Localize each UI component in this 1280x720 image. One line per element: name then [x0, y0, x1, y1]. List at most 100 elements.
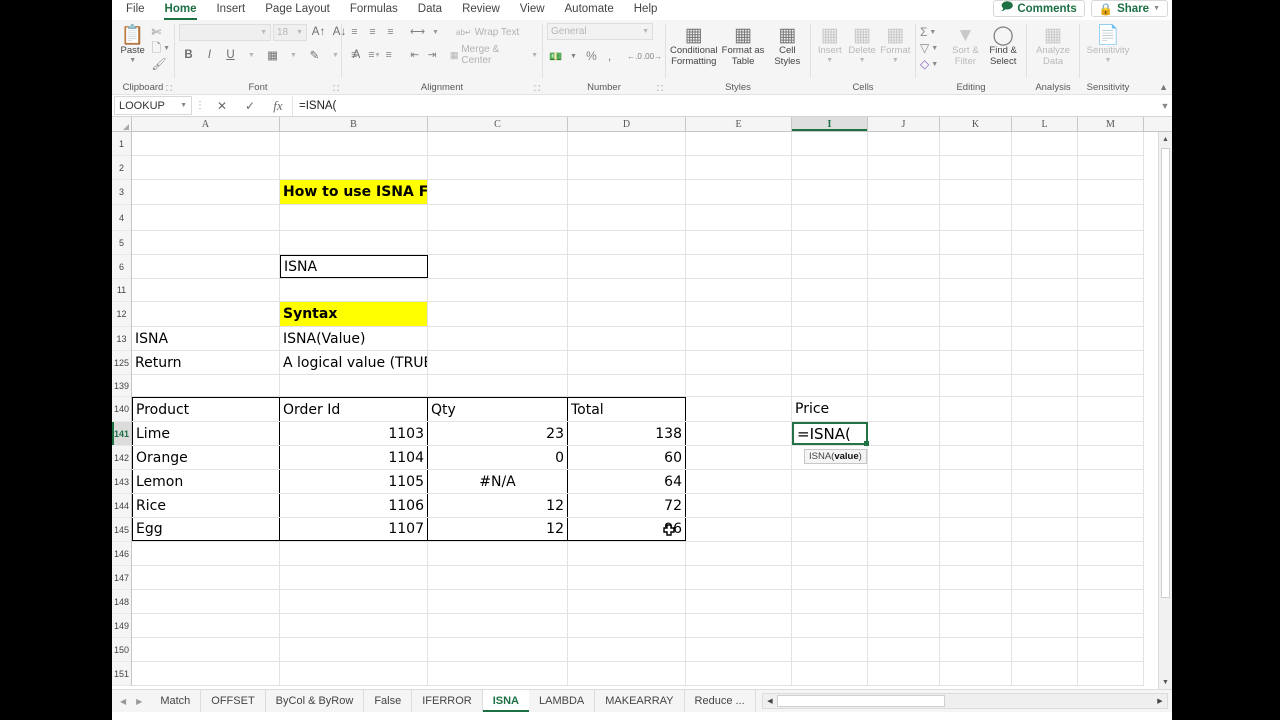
- cell-empty-I146[interactable]: [792, 542, 868, 565]
- cell-empty-C6[interactable]: [428, 255, 568, 278]
- cell-empty-J2[interactable]: [868, 156, 940, 179]
- cell-C144[interactable]: 12: [428, 494, 568, 517]
- cell-empty-D148[interactable]: [568, 590, 686, 613]
- cell-empty-E125[interactable]: [686, 351, 792, 374]
- row-header-145[interactable]: 145: [112, 518, 131, 542]
- cell-empty-J146[interactable]: [868, 542, 940, 565]
- cell-empty-K1[interactable]: [940, 132, 1012, 155]
- sheet-tab-offset[interactable]: OFFSET: [201, 690, 266, 712]
- cell-empty-J139[interactable]: [868, 375, 940, 396]
- number-dialog-launcher[interactable]: ⛶: [657, 84, 663, 94]
- cell-empty-K125[interactable]: [940, 351, 1012, 374]
- column-header-l[interactable]: L: [1012, 117, 1078, 131]
- number-format-select[interactable]: General ▼: [547, 23, 653, 40]
- row-header-140[interactable]: 140: [112, 397, 131, 422]
- row-header-11[interactable]: 11: [112, 279, 131, 302]
- cell-empty-M148[interactable]: [1078, 590, 1144, 613]
- borders-icon[interactable]: ▦: [263, 47, 282, 64]
- cell-empty-C3[interactable]: [428, 180, 568, 204]
- cell-empty-K139[interactable]: [940, 375, 1012, 396]
- align-center-icon[interactable]: ≡: [363, 47, 379, 63]
- sensitivity-button[interactable]: 📄 Sensitivity ▼: [1084, 23, 1132, 64]
- cell-empty-E139[interactable]: [686, 375, 792, 396]
- sheet-tab-reduce[interactable]: Reduce ...: [685, 690, 756, 712]
- column-header-b[interactable]: B: [280, 117, 428, 131]
- cell-D140[interactable]: Total: [568, 397, 686, 421]
- cell-empty-L146[interactable]: [1012, 542, 1078, 565]
- cell-empty-D5[interactable]: [568, 231, 686, 254]
- cell-empty-L141[interactable]: [1012, 422, 1078, 445]
- chevron-right-icon[interactable]: ▶: [136, 697, 142, 706]
- cell-empty-E145[interactable]: [686, 518, 792, 541]
- row-header-146[interactable]: 146: [112, 542, 131, 566]
- fx-icon[interactable]: fx: [264, 98, 292, 114]
- cell-empty-J142[interactable]: [868, 446, 940, 469]
- cell-B12[interactable]: Syntax: [280, 302, 428, 326]
- cell-empty-M140[interactable]: [1078, 397, 1144, 421]
- cell-empty-M142[interactable]: [1078, 446, 1144, 469]
- cell-empty-D6[interactable]: [568, 255, 686, 278]
- row-header-139[interactable]: 139: [112, 375, 131, 397]
- scroll-up-icon[interactable]: ▲: [1159, 132, 1172, 146]
- horizontal-scrollbar[interactable]: ◀ ▶: [762, 693, 1168, 709]
- font-name-input[interactable]: ▼: [179, 23, 271, 41]
- cell-empty-E142[interactable]: [686, 446, 792, 469]
- cell-empty-M144[interactable]: [1078, 494, 1144, 517]
- select-all-button[interactable]: [112, 117, 132, 131]
- cell-empty-J125[interactable]: [868, 351, 940, 374]
- sheet-tab-iferror[interactable]: IFERROR: [412, 690, 483, 712]
- cell-empty-I6[interactable]: [792, 255, 868, 278]
- alignment-dialog-launcher[interactable]: ⛶: [534, 84, 540, 94]
- column-header-m[interactable]: M: [1078, 117, 1144, 131]
- cell-empty-K145[interactable]: [940, 518, 1012, 541]
- cell-empty-B150[interactable]: [280, 638, 428, 661]
- cell-empty-C2[interactable]: [428, 156, 568, 179]
- cell-empty-I4[interactable]: [792, 205, 868, 230]
- cell-empty-C12[interactable]: [428, 302, 568, 326]
- cell-empty-A139[interactable]: [132, 375, 280, 396]
- clear-button[interactable]: ◇ ▼: [920, 57, 946, 72]
- cell-empty-L142[interactable]: [1012, 446, 1078, 469]
- expand-formula-bar-icon[interactable]: ▼: [1158, 101, 1172, 111]
- cell-empty-I139[interactable]: [792, 375, 868, 396]
- cell-styles-button[interactable]: ▦ Cell Styles: [769, 23, 806, 67]
- cell-empty-J11[interactable]: [868, 279, 940, 301]
- cell-empty-B11[interactable]: [280, 279, 428, 301]
- cell-empty-L151[interactable]: [1012, 662, 1078, 685]
- cell-C143[interactable]: #N/A: [428, 470, 568, 493]
- cell-empty-E151[interactable]: [686, 662, 792, 685]
- cell-empty-M5[interactable]: [1078, 231, 1144, 254]
- name-box[interactable]: LOOKUP ▼: [114, 96, 192, 115]
- cell-empty-D146[interactable]: [568, 542, 686, 565]
- cell-empty-J149[interactable]: [868, 614, 940, 637]
- scroll-left-icon[interactable]: ◀: [763, 697, 777, 705]
- cell-empty-K2[interactable]: [940, 156, 1012, 179]
- cell-empty-E147[interactable]: [686, 566, 792, 589]
- font-size-input[interactable]: 18 ▼: [273, 23, 307, 41]
- cell-empty-I145[interactable]: [792, 518, 868, 541]
- fill-color-icon[interactable]: ✎: [305, 47, 324, 64]
- cell-empty-E140[interactable]: [686, 397, 792, 421]
- row-header-144[interactable]: 144: [112, 494, 131, 518]
- cell-empty-C11[interactable]: [428, 279, 568, 301]
- cell-empty-A1[interactable]: [132, 132, 280, 155]
- cell-empty-A146[interactable]: [132, 542, 280, 565]
- cell-empty-I11[interactable]: [792, 279, 868, 301]
- ribbon-tab-file[interactable]: File: [116, 0, 155, 20]
- cell-B6[interactable]: ISNA: [280, 255, 428, 278]
- cell-empty-L3[interactable]: [1012, 180, 1078, 204]
- cell-empty-A12[interactable]: [132, 302, 280, 326]
- cell-empty-L147[interactable]: [1012, 566, 1078, 589]
- cell-empty-K143[interactable]: [940, 470, 1012, 493]
- cell-empty-E143[interactable]: [686, 470, 792, 493]
- cell-empty-E5[interactable]: [686, 231, 792, 254]
- row-header-125[interactable]: 125: [112, 351, 131, 375]
- cell-empty-B4[interactable]: [280, 205, 428, 230]
- borders-chevron-down-icon[interactable]: ▼: [284, 47, 303, 64]
- ribbon-tab-insert[interactable]: Insert: [206, 0, 255, 20]
- column-header-a[interactable]: A: [132, 117, 280, 131]
- ribbon-tab-home[interactable]: Home: [155, 0, 207, 20]
- cell-empty-M146[interactable]: [1078, 542, 1144, 565]
- delete-cells-button[interactable]: ▦ Delete ▼: [846, 23, 877, 64]
- ribbon-tab-help[interactable]: Help: [624, 0, 668, 20]
